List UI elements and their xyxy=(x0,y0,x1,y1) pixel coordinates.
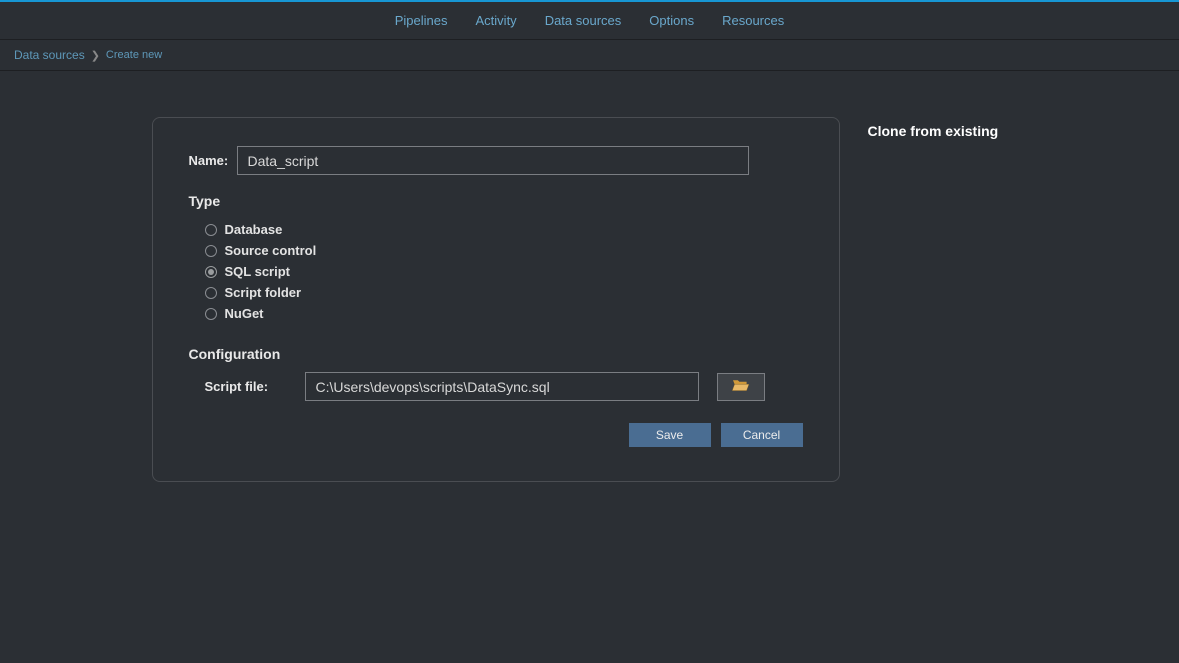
radio-icon xyxy=(205,287,217,299)
browse-file-button[interactable] xyxy=(717,373,765,401)
nav-options[interactable]: Options xyxy=(649,13,694,28)
clone-from-existing-link[interactable]: Clone from existing xyxy=(868,117,1028,139)
type-radio-sql-script[interactable]: SQL script xyxy=(205,261,803,282)
type-radio-database[interactable]: Database xyxy=(205,219,803,240)
nav-pipelines[interactable]: Pipelines xyxy=(395,13,448,28)
breadcrumb: Data sources ❯ Create new xyxy=(0,40,1179,71)
nav-resources[interactable]: Resources xyxy=(722,13,784,28)
breadcrumb-current: Create new xyxy=(106,49,162,61)
radio-label: NuGet xyxy=(225,306,264,321)
cancel-button[interactable]: Cancel xyxy=(721,423,803,447)
name-input[interactable] xyxy=(237,146,749,175)
name-label: Name: xyxy=(189,153,237,168)
radio-icon xyxy=(205,266,217,278)
configuration-heading: Configuration xyxy=(189,346,803,362)
radio-icon xyxy=(205,224,217,236)
content-area: Name: Type Database Source control SQL s… xyxy=(0,71,1179,482)
save-button[interactable]: Save xyxy=(629,423,711,447)
type-heading: Type xyxy=(189,193,803,209)
nav-activity[interactable]: Activity xyxy=(476,13,517,28)
type-radio-group: Database Source control SQL script Scrip… xyxy=(189,219,803,324)
type-radio-script-folder[interactable]: Script folder xyxy=(205,282,803,303)
radio-label: Source control xyxy=(225,243,317,258)
main-nav: Pipelines Activity Data sources Options … xyxy=(0,2,1179,40)
type-radio-source-control[interactable]: Source control xyxy=(205,240,803,261)
script-file-label: Script file: xyxy=(189,379,287,394)
radio-label: Database xyxy=(225,222,283,237)
breadcrumb-root[interactable]: Data sources xyxy=(14,48,85,62)
script-file-input[interactable] xyxy=(305,372,699,401)
nav-data-sources[interactable]: Data sources xyxy=(545,13,622,28)
create-data-source-panel: Name: Type Database Source control SQL s… xyxy=(152,117,840,482)
folder-open-icon xyxy=(731,377,751,396)
form-actions: Save Cancel xyxy=(189,423,803,447)
radio-icon xyxy=(205,245,217,257)
radio-icon xyxy=(205,308,217,320)
radio-label: Script folder xyxy=(225,285,302,300)
chevron-right-icon: ❯ xyxy=(91,49,100,62)
type-radio-nuget[interactable]: NuGet xyxy=(205,303,803,324)
radio-label: SQL script xyxy=(225,264,291,279)
